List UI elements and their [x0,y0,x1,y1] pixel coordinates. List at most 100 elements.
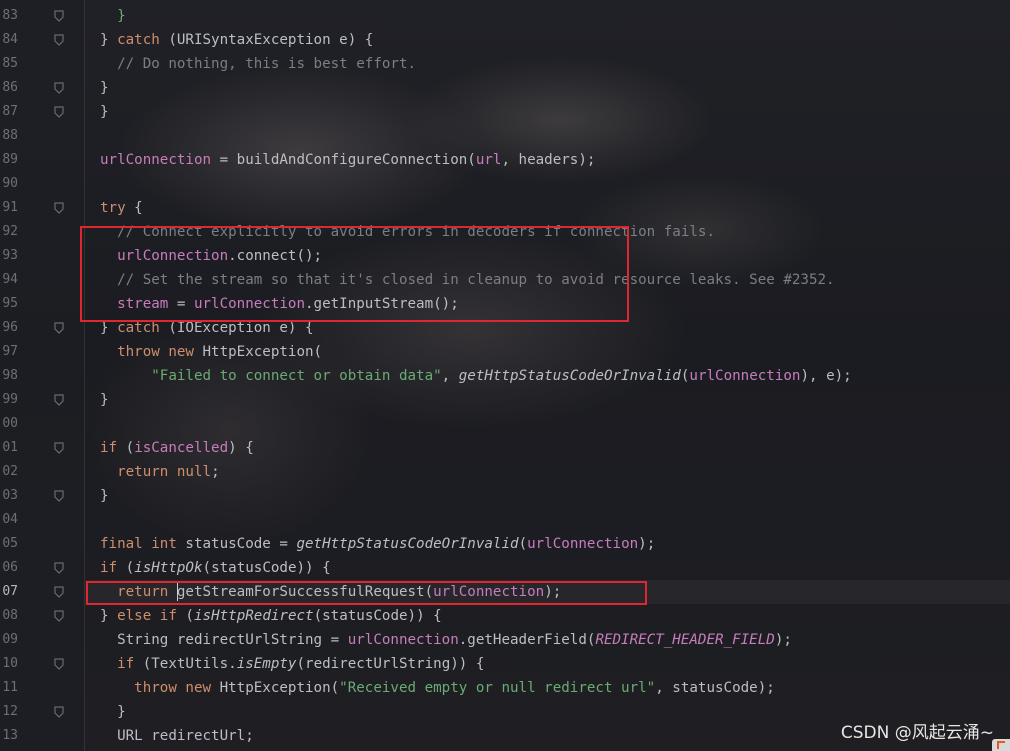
line-number: 83 [2,8,18,23]
code-line[interactable]: } [100,4,1010,28]
fold-marker-icon[interactable] [52,196,66,220]
line-number: 94 [2,272,18,287]
fold-marker-icon[interactable] [52,604,66,628]
code-line[interactable]: String redirectUrlString = urlConnection… [100,628,1010,652]
line-number: 12 [2,704,18,719]
code-token: ); [638,536,656,552]
code-token: getHttpStatusCodeOrInvalid [296,536,519,552]
fold-marker-icon[interactable] [52,4,66,28]
line-number: 11 [2,680,18,695]
code-line[interactable]: } [100,388,1010,412]
code-token: = buildAndConfigureConnection( [211,152,476,168]
code-token: urlConnection [100,152,212,168]
fold-marker-icon[interactable] [52,700,66,724]
code-token: catch [117,32,160,48]
line-number: 84 [2,32,18,47]
fold-marker-icon[interactable] [52,556,66,580]
line-number: 03 [2,488,18,503]
code-token: } [117,704,126,720]
code-token: catch [117,320,160,336]
code-line[interactable] [100,412,1010,436]
code-line[interactable]: "Failed to connect or obtain data", getH… [100,364,1010,388]
code-token: String redirectUrlString = [117,632,348,648]
line-number: 91 [2,200,18,215]
code-token: , statusCode); [655,680,775,696]
fold-marker-icon[interactable] [52,436,66,460]
line-number: 89 [2,152,18,167]
code-token: url [475,152,502,168]
line-number: 99 [2,392,18,407]
fold-marker-icon[interactable] [52,580,66,604]
code-token: ; [211,464,220,480]
code-line[interactable]: try { [100,196,1010,220]
code-token: try [100,200,126,216]
code-line[interactable]: urlConnection = buildAndConfigureConnect… [100,148,1010,172]
code-line[interactable]: if (TextUtils.isEmpty(redirectUrlString)… [100,652,1010,676]
line-number: 09 [2,632,18,647]
fold-marker-icon[interactable] [52,76,66,100]
code-token: statusCode = [176,536,297,552]
code-token: ) { [228,440,254,456]
code-token: , headers); [501,152,596,168]
fold-marker-icon[interactable] [52,652,66,676]
watermark-text: CSDN @风起云涌~ [840,723,994,743]
code-line[interactable] [100,508,1010,532]
line-number: 90 [2,176,18,191]
code-token: } [100,32,118,48]
code-token: urlConnection [347,632,459,648]
code-line[interactable]: } catch (URISyntaxException e) { [100,28,1010,52]
code-token: throw new [117,344,194,360]
line-number: 88 [2,128,18,143]
line-number: 08 [2,608,18,623]
line-number: 05 [2,536,18,551]
line-number: 01 [2,440,18,455]
code-token: HttpException( [193,344,323,360]
code-line[interactable]: } [100,100,1010,124]
code-line[interactable] [100,172,1010,196]
code-line[interactable]: } else if (isHttpRedirect(statusCode)) { [100,604,1010,628]
code-line[interactable]: } [100,484,1010,508]
code-token: ); [774,632,792,648]
code-token: } [100,488,109,504]
code-token: (redirectUrlString)) { [296,656,485,672]
code-token: } [100,320,118,336]
code-line[interactable]: final int statusCode = getHttpStatusCode… [100,532,1010,556]
code-line[interactable]: // Do nothing, this is best effort. [100,52,1010,76]
line-number: 06 [2,560,18,575]
code-token: return null [117,464,212,480]
line-number: 86 [2,80,18,95]
code-line[interactable]: throw new HttpException( [100,340,1010,364]
code-token: .getHeaderField( [458,632,596,648]
code-line[interactable]: throw new HttpException("Received empty … [100,676,1010,700]
code-token: URL redirectUrl; [117,728,254,744]
code-token: final int [100,536,177,552]
csdn-logo-icon [992,739,1010,751]
fold-marker-icon[interactable] [52,316,66,340]
code-token: } [117,8,126,24]
code-token: (TextUtils. [134,656,237,672]
code-token: isHttpRedirect [193,608,314,624]
code-token: isCancelled [134,440,229,456]
code-token: (statusCode)) { [202,560,331,576]
code-line[interactable]: if (isCancelled) { [100,436,1010,460]
code-line[interactable] [100,124,1010,148]
code-line[interactable]: } [100,76,1010,100]
line-number: 85 [2,56,18,71]
code-token: (URISyntaxException e) { [159,32,374,48]
code-line[interactable]: return null; [100,460,1010,484]
line-number: 07 [2,584,18,599]
code-token: urlConnection [527,536,639,552]
fold-marker-icon[interactable] [52,388,66,412]
fold-marker-icon[interactable] [52,28,66,52]
code-line[interactable]: if (isHttpOk(statusCode)) { [100,556,1010,580]
code-token: (statusCode)) { [313,608,442,624]
line-number: 95 [2,296,18,311]
code-token: getHttpStatusCodeOrInvalid [458,368,681,384]
fold-marker-icon[interactable] [52,484,66,508]
fold-marker-icon[interactable] [52,100,66,124]
highlight-box-connect-block [80,226,629,322]
